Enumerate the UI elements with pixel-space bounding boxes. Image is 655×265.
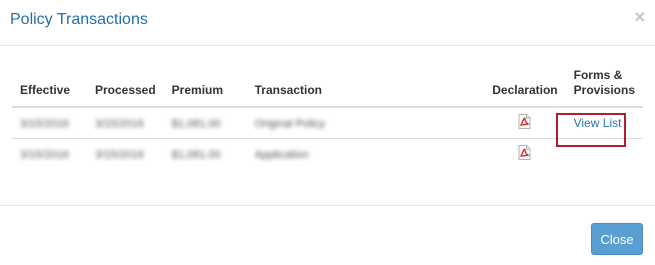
transactions-table: Effective Processed Premium Transaction … [12,68,643,169]
header-forms-line1: Forms & [573,68,623,82]
modal-footer: Close [0,205,655,265]
table-row: 3/15/2016 3/15/2016 $1,081.00 Original P… [12,107,643,138]
view-list-link[interactable]: View List [574,116,622,130]
header-effective: Effective [12,68,87,108]
header-declaration: Declaration [484,68,566,108]
table-header-row: Effective Processed Premium Transaction … [12,68,643,108]
header-processed: Processed [86,68,164,108]
cell-transaction: Application [254,148,309,161]
table-row: 3/15/2016 3/15/2016 $1,081.00 Applicatio… [12,137,643,169]
close-button[interactable]: Close [591,223,643,255]
pdf-icon[interactable] [518,144,531,163]
cell-processed: 3/15/2016 [94,117,144,130]
header-premium: Premium [163,68,247,108]
cell-premium: $1,081.00 [171,148,221,161]
dialog-title: Policy Transactions [10,11,148,28]
cell-transaction: Original Policy [254,117,325,130]
close-icon[interactable]: × [634,8,645,26]
header-forms-provisions: Forms & Provisions [565,68,643,108]
header-transaction: Transaction [246,68,485,108]
modal-header: Policy Transactions × [0,0,655,46]
cell-premium: $1,081.00 [171,117,221,130]
cell-processed: 3/15/2016 [94,148,144,161]
cell-effective: 3/15/2016 [20,148,69,161]
pdf-icon[interactable] [518,113,531,132]
cell-effective: 3/15/2016 [20,117,69,130]
header-forms-line2: Provisions [573,83,635,97]
